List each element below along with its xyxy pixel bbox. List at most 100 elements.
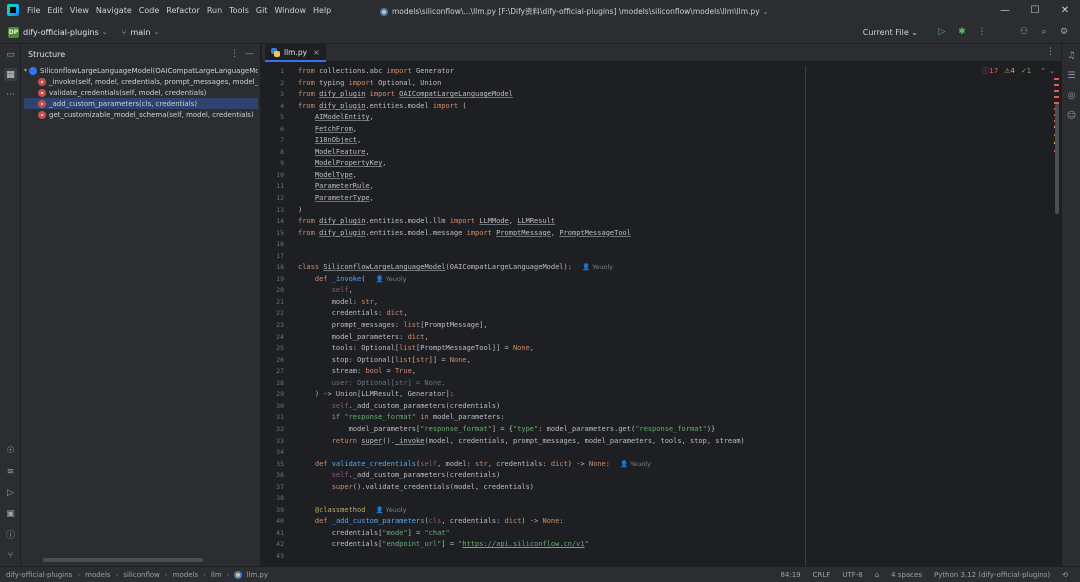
line-number: 12 xyxy=(276,194,284,203)
error-count[interactable]: ⓘ17 xyxy=(982,66,998,76)
chevron-down-icon[interactable]: ⌄ xyxy=(102,28,108,36)
file-encoding[interactable]: UTF-8 xyxy=(842,571,862,579)
python-interpreter[interactable]: Python 3.12 (dify-official-plugins) xyxy=(934,571,1050,579)
code-line: from dify_plugin.entities.model.llm impo… xyxy=(298,217,556,226)
ai-assistant-icon[interactable]: ◎ xyxy=(1065,89,1078,102)
menu-view[interactable]: View xyxy=(70,6,89,15)
notifications-icon[interactable]: ♫ xyxy=(1065,49,1078,62)
search-icon[interactable]: ⌕ xyxy=(1036,26,1052,38)
breadcrumb-item[interactable]: llm.py xyxy=(246,571,268,579)
code-line: ) -> Union[LLMResult, Generator]: xyxy=(298,390,454,399)
code-line: def _add_custom_parameters(cls, credenti… xyxy=(314,517,564,526)
line-number: 29 xyxy=(276,390,284,399)
code-line: self._add_custom_parameters(credentials) xyxy=(331,401,501,410)
endpoint-url-link[interactable]: https://api.siliconflow.cn/v1 xyxy=(462,540,584,548)
left-tool-strip: ▭ ▦ ⋯ ☉ ≋ ▷ ▣ ⓘ ⑂ xyxy=(0,44,21,566)
panel-hide-icon[interactable]: — xyxy=(245,49,254,59)
project-toolbar: DP dify-official-plugins ⌄ ⑂ main ⌄ Curr… xyxy=(0,22,1080,42)
run-toolbar: Current File ⌄ ▷ ✱ ⋮ ⚇ ⌕ ⚙ xyxy=(863,26,1072,38)
code-line: class SiliconflowLargeLanguageModel(OAIC… xyxy=(298,263,613,272)
project-badge[interactable]: DP xyxy=(8,26,19,38)
settings-icon[interactable]: ⚙ xyxy=(1056,26,1072,38)
menu-refactor[interactable]: Refactor xyxy=(166,6,200,15)
chevron-up-icon[interactable]: ⌃ xyxy=(1040,67,1046,75)
copilot-icon[interactable]: ☺ xyxy=(1065,109,1078,122)
line-separator[interactable]: CRLF xyxy=(813,571,831,579)
layers-icon[interactable]: ≋ xyxy=(4,465,17,478)
menu-help[interactable]: Help xyxy=(313,6,331,15)
run-icon[interactable]: ▷ xyxy=(934,26,950,38)
chevron-down-icon[interactable]: ⌄ xyxy=(763,8,769,16)
horizontal-scrollbar[interactable] xyxy=(43,558,203,562)
breadcrumb-item[interactable]: models xyxy=(85,571,110,579)
typo-count[interactable]: ✓1 xyxy=(1021,67,1031,75)
line-gutter: 1 2 3 4 5 6 7 8 9 10 11 12 13 14 15 16 17 18 19 20 21 22 23 24 2… xyxy=(262,66,284,563)
code-line: stop: Optional[list[str]] = None, xyxy=(298,355,471,364)
caret-position[interactable]: 84:19 xyxy=(780,571,800,579)
menu-edit[interactable]: Edit xyxy=(47,6,63,15)
menu-window[interactable]: Window xyxy=(274,6,306,15)
code-line: model_parameters: dict, xyxy=(298,332,429,341)
run-config-selector[interactable]: Current File ⌄ xyxy=(863,28,918,37)
code-area[interactable]: 1 2 3 4 5 6 7 8 9 10 11 12 13 14 15 16 17 18 19 20 21 22 23 24 2… xyxy=(262,66,1061,566)
code-line: credentials: dict, xyxy=(298,309,408,318)
structure-view-icon[interactable]: ▦ xyxy=(4,68,17,81)
menu-git[interactable]: Git xyxy=(256,6,268,15)
more-icon[interactable]: ⋮ xyxy=(1046,47,1055,57)
git-branch-icon: ⑂ xyxy=(121,27,127,37)
account-icon[interactable]: ⚇ xyxy=(1016,26,1032,38)
line-number: 31 xyxy=(276,413,284,422)
chevron-down-icon[interactable]: ▾ xyxy=(24,67,27,74)
close-icon[interactable]: × xyxy=(313,48,320,57)
more-tools-icon[interactable]: ⋯ xyxy=(4,88,17,101)
lock-icon[interactable]: ⌂ xyxy=(875,571,879,579)
tab-actions: ⋮ xyxy=(1040,47,1055,57)
project-selector[interactable]: dify-official-plugins xyxy=(23,28,99,37)
breadcrumb-item[interactable]: models xyxy=(173,571,198,579)
line-number: 21 xyxy=(276,297,284,306)
tree-item-method[interactable]: validate_credentials(self, model, creden… xyxy=(24,87,258,98)
tree-item-method[interactable]: get_customizable_model_schema(self, mode… xyxy=(24,109,258,120)
panel-options-icon[interactable]: ⋮ xyxy=(230,49,239,59)
minimize-button[interactable]: — xyxy=(990,0,1020,20)
indent-setting[interactable]: 4 spaces xyxy=(891,571,922,579)
code-line: return super()._invoke(model, credential… xyxy=(331,436,745,445)
menu-navigate[interactable]: Navigate xyxy=(96,6,132,15)
menu-code[interactable]: Code xyxy=(139,6,159,15)
code-lines[interactable]: from collections.abc import Generator fr… xyxy=(298,66,1038,563)
problems-icon[interactable]: ⓘ xyxy=(4,528,17,541)
branch-selector[interactable]: ⑂ main ⌄ xyxy=(122,28,160,37)
code-line: ParameterType, xyxy=(314,194,374,203)
line-number: 19 xyxy=(276,274,284,283)
code-line: FetchFrom, xyxy=(314,124,358,133)
breadcrumb-item[interactable]: siliconflow xyxy=(123,571,159,579)
menu-file[interactable]: File xyxy=(27,6,40,15)
line-number: 10 xyxy=(276,170,284,179)
line-number: 5 xyxy=(280,113,284,122)
more-icon[interactable]: ⋮ xyxy=(974,26,990,38)
close-window-button[interactable]: ✕ xyxy=(1050,0,1080,20)
chevron-down-icon[interactable]: ⌄ xyxy=(1049,67,1055,75)
breadcrumb-item[interactable]: dify-official-plugins xyxy=(6,571,72,579)
breadcrumb-item[interactable]: llm xyxy=(211,571,222,579)
tree-item-method[interactable]: _invoke(self, model, credentials, prompt… xyxy=(24,76,258,87)
tab-llm-py[interactable]: llm.py × xyxy=(265,44,326,62)
tree-item-method-selected[interactable]: _add_custom_parameters(cls, credentials) xyxy=(24,98,258,109)
menu-run[interactable]: Run xyxy=(207,6,222,15)
inspection-widget[interactable]: ⓘ17 ⚠4 ✓1 ⌃ ⌄ xyxy=(982,66,1055,76)
database-icon[interactable]: ☰ xyxy=(1065,69,1078,82)
project-view-icon[interactable]: ▭ xyxy=(4,48,17,61)
menu-tools[interactable]: Tools xyxy=(229,6,249,15)
tree-item-class[interactable]: ▾ SiliconflowLargeLanguageModel(OAICompa… xyxy=(24,65,258,76)
git-status-icon[interactable]: ⟲ xyxy=(1062,571,1068,579)
debug-icon[interactable]: ✱ xyxy=(954,26,970,38)
warning-count[interactable]: ⚠4 xyxy=(1004,67,1015,75)
terminal-icon[interactable]: ▣ xyxy=(4,507,17,520)
maximize-button[interactable]: ☐ xyxy=(1020,0,1050,20)
code-line: if "response_format" in model_parameters… xyxy=(331,413,505,422)
line-number: 41 xyxy=(276,528,284,537)
git-icon[interactable]: ⑂ xyxy=(4,549,17,562)
python-packages-icon[interactable]: ☉ xyxy=(4,444,17,457)
vertical-scrollbar[interactable] xyxy=(1055,104,1059,214)
run-tool-icon[interactable]: ▷ xyxy=(4,486,17,499)
